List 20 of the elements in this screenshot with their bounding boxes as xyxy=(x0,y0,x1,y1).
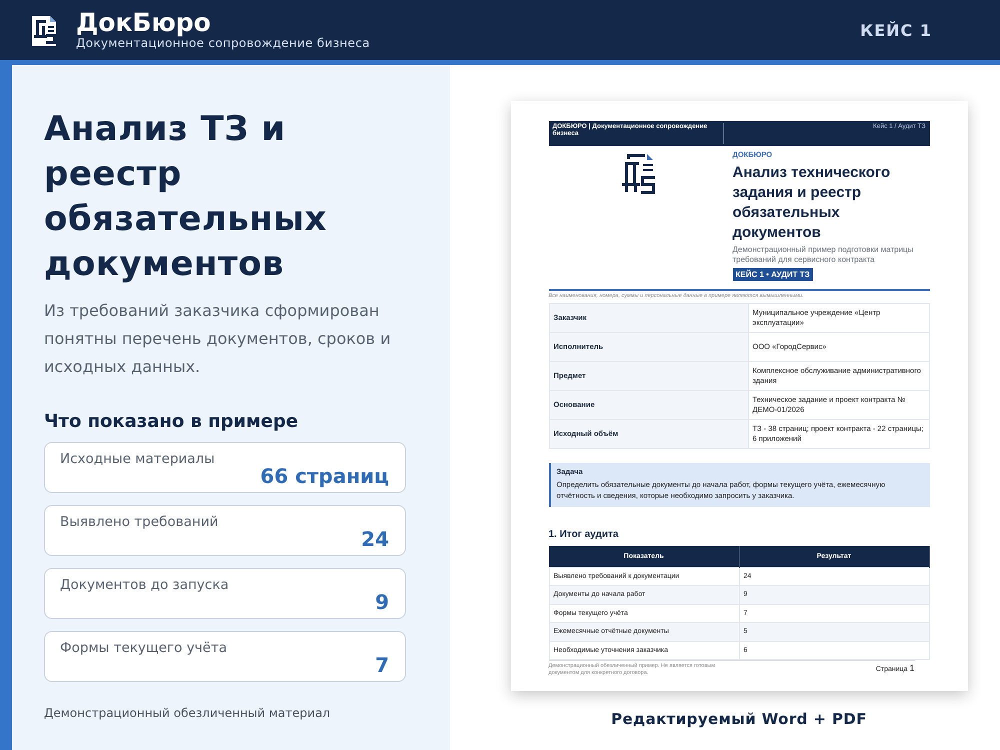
case-tag: КЕЙС 1 • АУДИТ ТЗ xyxy=(732,268,813,281)
section-heading: 1. Итог аудита xyxy=(548,528,620,540)
format-caption: Редактируемый Word + PDF xyxy=(611,710,867,728)
stat-label: Исходные материалы xyxy=(60,451,216,467)
stat-label: Документов до запуска xyxy=(60,577,230,593)
stat-value: 7 xyxy=(375,656,389,674)
lead-text: Из требований заказчика сформирован понятны перечень документов, сроков и исходных данных. xyxy=(44,300,392,378)
brand-name: ДокБюро xyxy=(76,10,212,36)
stat-label: Выявлено требований xyxy=(60,514,220,530)
stat-label: Формы текущего учёта xyxy=(60,640,228,656)
stat-value: 24 xyxy=(361,530,389,548)
stat-value: 9 xyxy=(375,593,389,611)
footnote: Демонстрационный обезличенный материал xyxy=(44,706,332,720)
page-title: Анализ ТЗ и реестр обязательных документов xyxy=(44,108,328,286)
stat-value: 66 страниц xyxy=(260,467,389,485)
case-label: КЕЙС 1 xyxy=(860,20,932,40)
brand-tagline: Документационное сопровождение бизнеса xyxy=(76,36,370,50)
document-subtitle: Демонстрационный пример подготовки матрицы требований для сервисного контракта xyxy=(732,244,914,265)
stats-heading: Что показано в примере xyxy=(44,411,300,432)
document-title: Анализ технического задания и реестр обязательных документов xyxy=(732,162,892,243)
